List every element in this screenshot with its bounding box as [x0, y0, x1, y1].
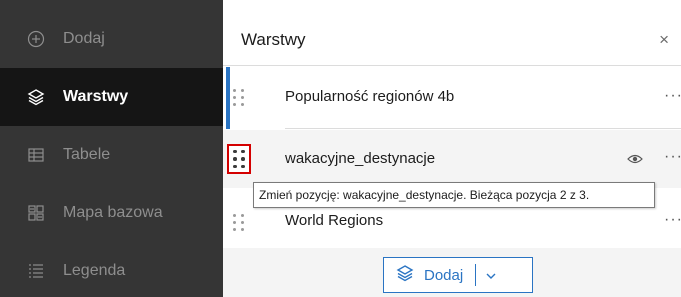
more-options-button[interactable]: ··· [664, 211, 681, 229]
drag-handle-icon[interactable] [227, 144, 251, 174]
sidebar: Dodaj Warstwy Tabele Mapa bazowa Legenda [0, 0, 223, 297]
drag-handle-icon[interactable] [229, 83, 249, 111]
sidebar-item-add[interactable]: Dodaj [0, 10, 223, 68]
add-layer-button[interactable]: Dodaj [384, 258, 475, 292]
divider [285, 128, 681, 129]
sidebar-item-tables[interactable]: Tabele [0, 126, 223, 184]
table-icon [27, 146, 45, 164]
sidebar-item-label: Dodaj [63, 30, 105, 47]
layers-icon [27, 88, 45, 106]
layers-icon [396, 264, 414, 287]
layer-name: wakacyjne_destynacje [285, 150, 436, 167]
chevron-down-icon [486, 266, 496, 284]
layer-name: Popularność regionów 4b [285, 88, 455, 105]
add-dropdown-button[interactable] [476, 258, 506, 292]
close-button[interactable]: × [659, 31, 669, 48]
add-button-label: Dodaj [424, 266, 464, 284]
sidebar-item-legend[interactable]: Legenda [0, 242, 223, 297]
layers-panel: Warstwy × Popularność regionów 4b ··· wa… [223, 0, 681, 297]
sidebar-item-label: Warstwy [63, 88, 129, 105]
sidebar-item-layers[interactable]: Warstwy [0, 68, 223, 126]
drag-handle-icon[interactable] [229, 208, 249, 236]
panel-header: Warstwy × [223, 0, 681, 66]
sidebar-item-label: Tabele [63, 146, 111, 163]
panel-title: Warstwy [241, 30, 306, 49]
basemap-icon [27, 204, 45, 222]
sidebar-item-label: Mapa bazowa [63, 204, 163, 221]
plus-circle-icon [27, 30, 45, 48]
panel-footer: Dodaj [223, 248, 681, 297]
sidebar-item-label: Legenda [63, 262, 126, 279]
layer-row[interactable]: wakacyjne_destynacje ··· [223, 130, 681, 188]
add-button-group: Dodaj [383, 257, 533, 293]
layer-name: World Regions [285, 212, 384, 229]
sidebar-item-basemap[interactable]: Mapa bazowa [0, 184, 223, 242]
layer-row[interactable]: Popularność regionów 4b ··· [223, 67, 681, 129]
more-options-button[interactable]: ··· [664, 87, 681, 105]
eye-icon[interactable] [627, 152, 643, 170]
legend-icon [27, 262, 45, 280]
more-options-button[interactable]: ··· [664, 148, 681, 166]
tooltip: Zmień pozycję: wakacyjne_destynacje. Bie… [253, 182, 655, 208]
